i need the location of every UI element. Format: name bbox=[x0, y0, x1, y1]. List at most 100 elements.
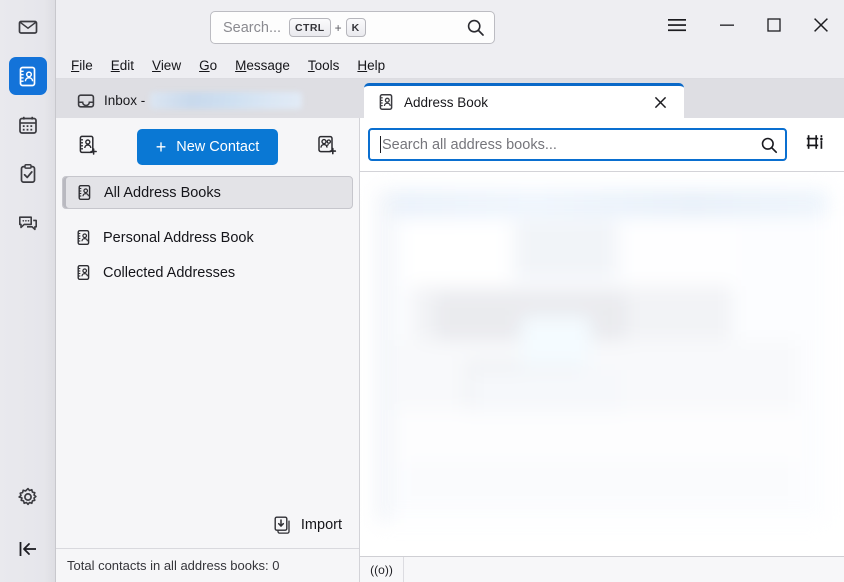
tab-inbox-label: Inbox - bbox=[104, 93, 146, 108]
menu-message-access: M bbox=[235, 58, 247, 73]
menu-message-rest: essage bbox=[246, 58, 290, 73]
menu-edit-rest: dit bbox=[119, 58, 135, 73]
address-book-icon bbox=[16, 65, 39, 88]
new-contact-button[interactable]: + New Contact bbox=[136, 129, 279, 165]
address-book-item-all[interactable]: All Address Books bbox=[62, 176, 353, 209]
menu-message[interactable]: Message bbox=[226, 55, 299, 77]
display-options-button[interactable] bbox=[799, 129, 831, 161]
search-icon[interactable] bbox=[760, 136, 778, 154]
window-status-bar: ((o)) bbox=[360, 556, 844, 582]
mail-icon bbox=[17, 16, 39, 38]
menu-help[interactable]: Help bbox=[348, 55, 394, 77]
tab-address-book[interactable]: Address Book bbox=[364, 83, 684, 118]
tab-address-book-label: Address Book bbox=[404, 94, 489, 110]
tab-inbox[interactable]: Inbox - bbox=[64, 83, 364, 118]
tab-close-button[interactable] bbox=[649, 91, 671, 113]
menu-file[interactable]: File bbox=[62, 55, 102, 77]
hamburger-menu-icon bbox=[667, 17, 687, 38]
new-contact-label: New Contact bbox=[176, 139, 260, 155]
global-search-box[interactable]: Search... CTRL + K bbox=[210, 11, 495, 44]
shortcut-plus: + bbox=[334, 20, 342, 35]
maximize-icon bbox=[766, 17, 782, 38]
connection-status-icon[interactable]: ((o)) bbox=[360, 556, 404, 582]
menu-tools-rest: ools bbox=[314, 58, 340, 73]
tab-bar: Inbox - Address Book bbox=[56, 79, 844, 118]
close-icon bbox=[812, 16, 830, 39]
chat-bubble-icon bbox=[17, 212, 39, 234]
shortcut-key-k: K bbox=[345, 18, 366, 37]
inbox-icon bbox=[77, 92, 95, 110]
address-book-item-collected[interactable]: Collected Addresses bbox=[62, 256, 353, 289]
titlebar: Search... CTRL + K bbox=[56, 0, 844, 54]
minimize-icon bbox=[718, 18, 736, 36]
address-book-item-personal-label: Personal Address Book bbox=[103, 229, 254, 246]
menu-file-access: F bbox=[71, 58, 80, 73]
main-column: Search... CTRL + K File Edit View Go Mes… bbox=[56, 0, 844, 582]
maximize-button[interactable] bbox=[750, 0, 797, 54]
redacted-content-placeholder bbox=[376, 190, 828, 522]
menu-view[interactable]: View bbox=[143, 55, 190, 77]
import-label: Import bbox=[300, 516, 342, 533]
menu-go-rest: o bbox=[209, 58, 218, 73]
shortcut-key-ctrl: CTRL bbox=[289, 18, 331, 37]
contacts-search-row: Search all address books... bbox=[360, 118, 844, 171]
address-book-item-all-label: All Address Books bbox=[104, 184, 221, 201]
menu-file-rest: ile bbox=[79, 58, 93, 73]
collapse-left-icon bbox=[16, 538, 40, 560]
new-address-book-button[interactable] bbox=[73, 132, 103, 162]
space-button-tasks[interactable] bbox=[9, 155, 47, 193]
address-book-icon bbox=[76, 184, 93, 201]
contacts-total-status: Total contacts in all address books: 0 bbox=[56, 548, 359, 582]
window-controls bbox=[651, 0, 844, 54]
space-button-mail[interactable] bbox=[9, 8, 47, 46]
address-book-body: + New Contact All Address Books Personal… bbox=[56, 118, 844, 582]
text-caret bbox=[380, 136, 381, 153]
plus-icon: + bbox=[155, 137, 167, 157]
menu-go[interactable]: Go bbox=[190, 55, 226, 77]
thunderbird-window: Search... CTRL + K File Edit View Go Mes… bbox=[0, 0, 844, 582]
calendar-icon bbox=[17, 114, 39, 136]
space-button-calendar[interactable] bbox=[9, 106, 47, 144]
address-book-item-collected-label: Collected Addresses bbox=[103, 264, 236, 281]
tasks-clipboard-icon bbox=[17, 163, 39, 185]
menu-tools[interactable]: Tools bbox=[299, 55, 349, 77]
address-book-search-placeholder: Search all address books... bbox=[382, 136, 557, 153]
address-book-search-input[interactable]: Search all address books... bbox=[368, 128, 787, 161]
address-book-item-personal[interactable]: Personal Address Book bbox=[62, 221, 353, 254]
contacts-pane: Search all address books... ((o)) bbox=[360, 118, 844, 582]
address-book-icon bbox=[75, 264, 92, 281]
address-book-pane-spacer bbox=[56, 291, 359, 515]
collapse-spaces-button[interactable] bbox=[9, 530, 47, 568]
menu-help-rest: elp bbox=[367, 58, 386, 73]
address-book-plus-icon bbox=[77, 134, 99, 161]
display-options-icon bbox=[805, 132, 825, 157]
address-book-icon bbox=[377, 93, 395, 111]
menu-edit[interactable]: Edit bbox=[102, 55, 143, 77]
new-contact-list-button[interactable] bbox=[312, 132, 342, 162]
spaces-toolbar bbox=[0, 0, 56, 582]
menu-go-access: G bbox=[199, 58, 210, 73]
import-download-icon bbox=[273, 515, 292, 534]
contact-list-plus-icon bbox=[316, 134, 338, 161]
menu-tools-access: T bbox=[307, 58, 315, 73]
address-book-icon bbox=[75, 229, 92, 246]
space-button-address-book[interactable] bbox=[8, 57, 47, 95]
app-menu-button[interactable] bbox=[651, 0, 703, 54]
address-books-pane: + New Contact All Address Books Personal… bbox=[56, 118, 360, 582]
menu-view-rest: iew bbox=[160, 58, 182, 73]
address-book-list: All Address Books Personal Address Book … bbox=[56, 176, 359, 291]
search-icon[interactable] bbox=[466, 18, 485, 37]
close-button[interactable] bbox=[797, 0, 844, 54]
import-button[interactable]: Import bbox=[273, 515, 342, 534]
menu-view-access: V bbox=[152, 58, 161, 73]
menu-help-access: H bbox=[357, 58, 368, 73]
settings-button[interactable] bbox=[9, 478, 47, 516]
minimize-button[interactable] bbox=[703, 0, 750, 54]
global-search-placeholder: Search... bbox=[223, 19, 282, 36]
menu-edit-access: E bbox=[110, 58, 120, 73]
address-book-toolbar: + New Contact bbox=[56, 118, 359, 176]
space-button-chat[interactable] bbox=[9, 204, 47, 242]
menubar: File Edit View Go Message Tools Help bbox=[56, 54, 844, 79]
tab-inbox-redacted-account bbox=[150, 92, 303, 109]
contacts-content-area bbox=[360, 171, 844, 556]
